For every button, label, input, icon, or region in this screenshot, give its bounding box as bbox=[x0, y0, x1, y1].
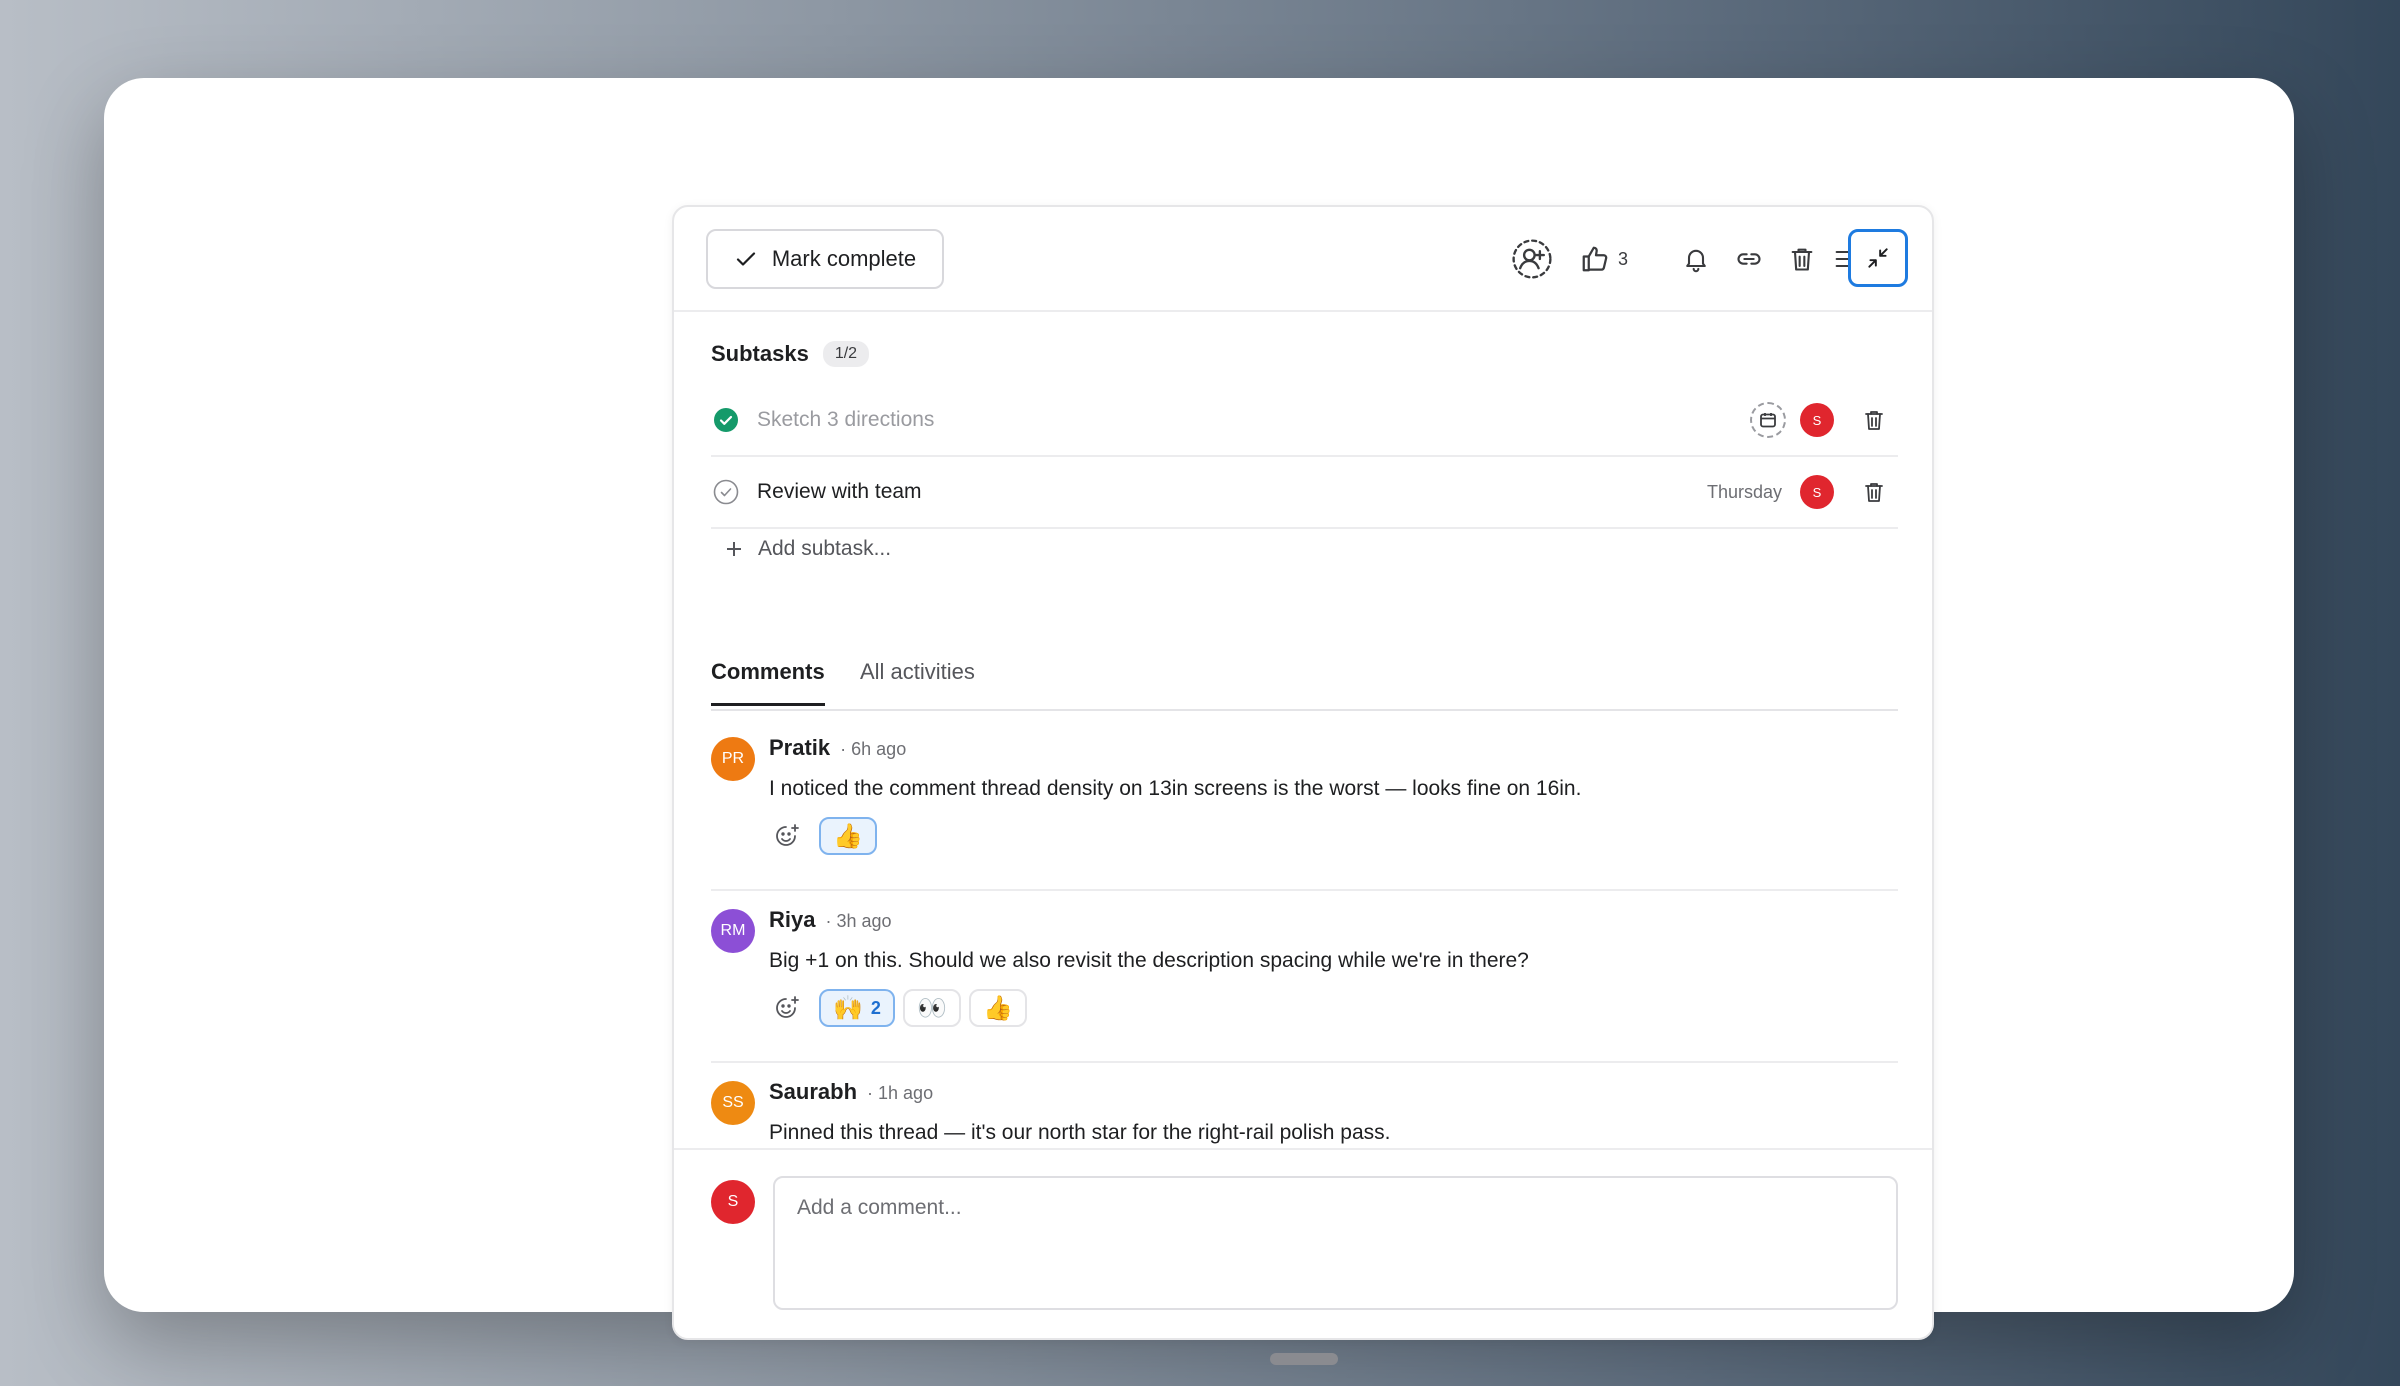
avatar[interactable]: SS bbox=[711, 1081, 755, 1125]
subtasks-title: Subtasks bbox=[711, 341, 809, 366]
check-circle-outline-icon bbox=[713, 479, 739, 505]
reaction-chip[interactable]: 🙌 2 bbox=[819, 989, 895, 1027]
tab-comments[interactable]: Comments bbox=[711, 659, 825, 706]
app-window: Mark complete 3 Subtasks 1/2 Sketch 3 di… bbox=[104, 78, 2294, 1365]
trash-icon bbox=[1865, 411, 1883, 430]
add-collaborator-icon bbox=[1512, 239, 1552, 279]
subtask-row[interactable]: Sketch 3 directions S bbox=[711, 385, 1898, 457]
reaction-emoji: 👍 bbox=[982, 994, 1013, 1022]
tab-all-activities[interactable]: All activities bbox=[860, 659, 975, 703]
task-toolbar: Mark complete 3 bbox=[674, 207, 1932, 312]
comment-time: · 6h ago bbox=[840, 739, 907, 759]
subtasks-header: Subtasks 1/2 bbox=[711, 341, 870, 367]
reaction-emoji: 👍 bbox=[833, 822, 863, 850]
comment-author[interactable]: Riya bbox=[769, 907, 815, 933]
collapse-icon bbox=[1868, 248, 1888, 268]
reaction-count: 2 bbox=[870, 997, 881, 1018]
reaction-chip[interactable]: 👍 bbox=[968, 989, 1027, 1027]
subtask-name[interactable]: Review with team bbox=[757, 480, 1707, 504]
comment-item: RM Riya · 3h ago Big +1 on this. Should … bbox=[711, 891, 1898, 1063]
comment-author[interactable]: Pratik bbox=[769, 735, 830, 761]
like-count: 3 bbox=[1618, 248, 1629, 269]
subtasks-count-badge: 1/2 bbox=[822, 341, 870, 367]
avatar: S bbox=[711, 1180, 755, 1224]
link-icon bbox=[1737, 253, 1761, 265]
subtask-row[interactable]: Review with team Thursday S bbox=[711, 457, 1898, 529]
calendar-icon bbox=[1760, 413, 1776, 428]
home-indicator[interactable] bbox=[1270, 1353, 1338, 1365]
checkmark-icon bbox=[736, 252, 755, 266]
like-button[interactable]: 3 bbox=[1580, 237, 1628, 281]
copy-link-button[interactable] bbox=[1727, 237, 1771, 281]
task-detail-panel: Mark complete 3 Subtasks 1/2 Sketch 3 di… bbox=[672, 205, 1934, 1340]
reaction-chip[interactable]: 👍 bbox=[819, 817, 877, 855]
add-emoji-icon bbox=[776, 824, 799, 846]
comment-item: PR Pratik · 6h ago I noticed the comment… bbox=[711, 719, 1898, 891]
comment-text: I noticed the comment thread density on … bbox=[769, 777, 1582, 800]
subtask-due-date[interactable]: Thursday bbox=[1707, 482, 1782, 503]
reaction-emoji: 👀 bbox=[916, 994, 947, 1022]
trash-icon bbox=[1791, 248, 1813, 271]
add-reaction-button[interactable] bbox=[769, 990, 805, 1026]
avatar[interactable]: RM bbox=[711, 909, 755, 953]
activity-tabs: Comments All activities bbox=[711, 647, 1898, 711]
add-reaction-button[interactable] bbox=[769, 818, 805, 854]
assignee-avatar[interactable]: S bbox=[1800, 403, 1834, 437]
check-circle-filled-icon bbox=[714, 408, 738, 432]
add-collaborator-button[interactable] bbox=[1508, 235, 1556, 283]
mark-complete-button[interactable]: Mark complete bbox=[706, 229, 944, 289]
bell-icon bbox=[1686, 249, 1706, 273]
trash-icon bbox=[1865, 483, 1883, 502]
reaction-chip[interactable]: 👀 bbox=[902, 989, 961, 1027]
comment-text: Pinned this thread — it's our north star… bbox=[769, 1121, 1391, 1144]
comment-text: Big +1 on this. Should we also revisit t… bbox=[769, 949, 1529, 972]
delete-subtask-button[interactable] bbox=[1860, 478, 1888, 506]
delete-subtask-button[interactable] bbox=[1860, 406, 1888, 434]
reaction-emoji: 🙌 bbox=[833, 994, 863, 1022]
avatar[interactable]: PR bbox=[711, 737, 755, 781]
subtask-name[interactable]: Sketch 3 directions bbox=[757, 408, 1750, 432]
comment-author[interactable]: Saurabh bbox=[769, 1079, 857, 1105]
mark-complete-label: Mark complete bbox=[771, 246, 917, 271]
add-subtask-label: Add subtask... bbox=[758, 537, 892, 560]
reactions-bar: 👍 bbox=[769, 817, 877, 855]
reactions-bar: 🙌 2 👀 👍 bbox=[769, 989, 1027, 1027]
subtask-complete-toggle[interactable] bbox=[713, 479, 739, 505]
due-date-button[interactable] bbox=[1750, 402, 1786, 438]
follow-button[interactable] bbox=[1674, 237, 1718, 281]
comment-time: · 3h ago bbox=[825, 911, 892, 931]
thumbs-up-icon bbox=[1582, 246, 1608, 272]
add-emoji-icon bbox=[776, 996, 799, 1018]
plus-icon bbox=[727, 542, 741, 556]
delete-task-button[interactable] bbox=[1780, 237, 1824, 281]
collapse-button[interactable] bbox=[1848, 229, 1908, 287]
comment-time: · 1h ago bbox=[867, 1083, 934, 1103]
comment-input[interactable] bbox=[773, 1176, 1898, 1310]
comment-composer: S bbox=[674, 1148, 1932, 1338]
subtask-complete-toggle[interactable] bbox=[713, 407, 739, 433]
assignee-avatar[interactable]: S bbox=[1800, 475, 1834, 509]
add-subtask-button[interactable]: Add subtask... bbox=[724, 537, 891, 561]
